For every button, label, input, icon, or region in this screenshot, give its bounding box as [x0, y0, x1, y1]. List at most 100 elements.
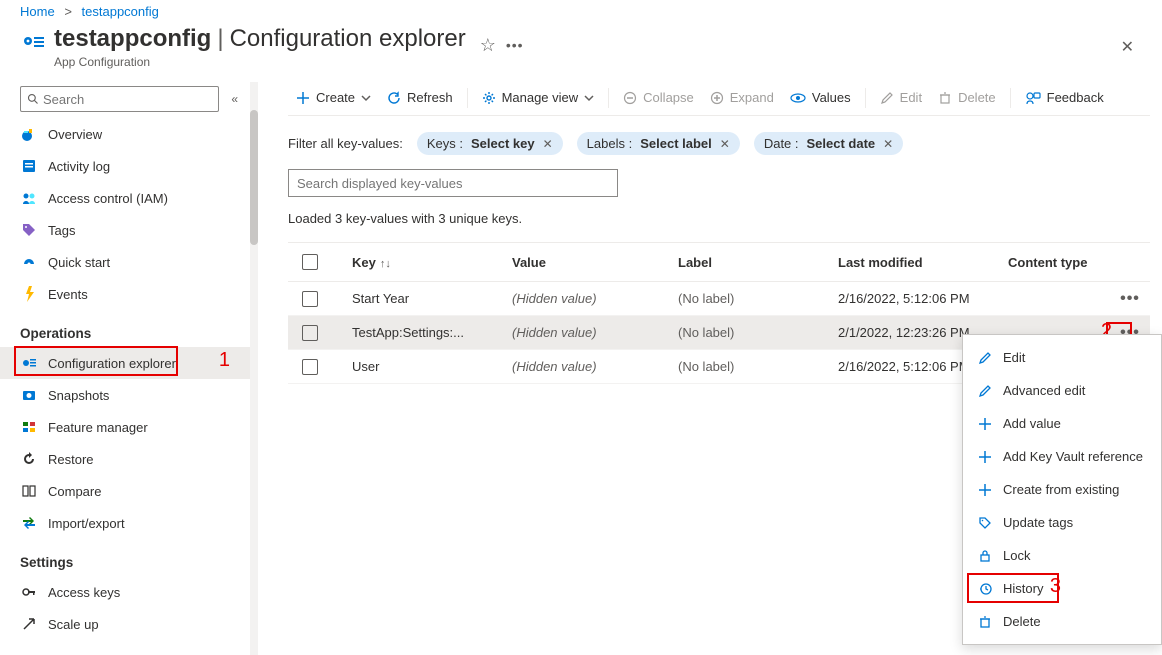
row-checkbox[interactable]: [302, 325, 318, 341]
menu-item-update-tags[interactable]: Update tags: [963, 506, 1161, 539]
resource-type-icon: [20, 31, 46, 57]
filter-pill-keys[interactable]: Keys : Select key✕: [417, 132, 563, 155]
collapse-icon: [623, 91, 637, 105]
menu-item-edit[interactable]: Edit: [963, 341, 1161, 374]
delete-button[interactable]: Delete: [930, 86, 1004, 109]
sidebar-search[interactable]: [20, 86, 219, 112]
breadcrumb: Home > testappconfig: [0, 0, 1162, 25]
sidebar-item-scale-up[interactable]: Scale up: [0, 608, 258, 640]
close-icon[interactable]: ✕: [543, 137, 553, 151]
scale-up-icon: [20, 615, 38, 633]
sidebar-item-access-control[interactable]: Access control (IAM): [0, 182, 258, 214]
activity-log-icon: [20, 157, 38, 175]
column-header-value[interactable]: Value: [512, 255, 678, 270]
column-header-label[interactable]: Label: [678, 255, 838, 270]
toolbar: Create Refresh Manage view Collapse Expa…: [288, 86, 1150, 116]
menu-item-create-from-existing[interactable]: Create from existing: [963, 473, 1161, 506]
filter-bar: Filter all key-values: Keys : Select key…: [288, 132, 1150, 155]
refresh-icon: [387, 91, 401, 105]
sidebar-item-access-keys[interactable]: Access keys: [0, 576, 258, 608]
feedback-button[interactable]: Feedback: [1017, 86, 1112, 109]
select-all-checkbox[interactable]: [302, 254, 318, 270]
column-header-key[interactable]: Key↑↓: [332, 255, 512, 270]
favorite-star-icon[interactable]: ☆: [480, 35, 496, 56]
table-header: Key↑↓ Value Label Last modified Content …: [288, 242, 1150, 282]
edit-icon: [975, 384, 995, 398]
chevron-down-icon: [584, 93, 594, 103]
delete-icon: [975, 615, 995, 629]
edit-icon: [880, 91, 894, 105]
close-icon[interactable]: ✕: [720, 137, 730, 151]
sidebar: « Overview Activity log Access control (…: [0, 82, 258, 655]
row-actions-icon[interactable]: •••: [1110, 290, 1150, 308]
snapshots-icon: [20, 386, 38, 404]
column-header-type[interactable]: Content type: [1008, 255, 1110, 270]
collapse-button[interactable]: Collapse: [615, 86, 702, 109]
sidebar-item-restore[interactable]: Restore: [0, 443, 258, 475]
close-blade-button[interactable]: ✕: [1113, 33, 1142, 61]
config-explorer-icon: [20, 354, 38, 372]
header-more-icon[interactable]: •••: [506, 37, 524, 53]
search-icon: [27, 93, 39, 105]
sidebar-section-settings: Settings: [0, 545, 258, 576]
sidebar-item-import-export[interactable]: Import/export: [0, 507, 258, 539]
edit-button[interactable]: Edit: [872, 86, 930, 109]
access-keys-icon: [20, 583, 38, 601]
manage-view-button[interactable]: Manage view: [474, 86, 603, 109]
search-key-values-input[interactable]: [288, 169, 618, 197]
sidebar-item-overview[interactable]: Overview: [0, 118, 258, 150]
values-toggle[interactable]: Values: [782, 86, 859, 109]
row-checkbox[interactable]: [302, 359, 318, 375]
page-title: testappconfig|Configuration explorer: [54, 25, 466, 53]
sidebar-item-configuration-explorer[interactable]: Configuration explorer 1: [0, 347, 258, 379]
sidebar-section-operations: Operations: [0, 316, 258, 347]
sidebar-search-input[interactable]: [43, 92, 212, 107]
eye-icon: [790, 91, 806, 105]
collapse-sidebar-icon[interactable]: «: [231, 92, 238, 106]
menu-item-delete[interactable]: Delete: [963, 605, 1161, 638]
edit-icon: [975, 351, 995, 365]
row-checkbox[interactable]: [302, 291, 318, 307]
sidebar-item-compare[interactable]: Compare: [0, 475, 258, 507]
chevron-down-icon: [361, 93, 371, 103]
tags-icon: [20, 221, 38, 239]
sidebar-item-events[interactable]: Events: [0, 278, 258, 310]
column-header-modified[interactable]: Last modified: [838, 255, 1008, 270]
sidebar-scrollbar[interactable]: [250, 82, 258, 655]
compare-icon: [20, 482, 38, 500]
breadcrumb-separator: >: [64, 4, 72, 19]
filter-pill-date[interactable]: Date : Select date✕: [754, 132, 903, 155]
table-row[interactable]: Start Year (Hidden value) (No label) 2/1…: [288, 282, 1150, 316]
create-button[interactable]: Create: [288, 86, 379, 109]
import-export-icon: [20, 514, 38, 532]
menu-item-advanced-edit[interactable]: Advanced edit: [963, 374, 1161, 407]
row-context-menu: Edit Advanced edit Add value Add Key Vau…: [962, 334, 1162, 645]
expand-button[interactable]: Expand: [702, 86, 782, 109]
filter-label: Filter all key-values:: [288, 136, 403, 151]
sidebar-item-snapshots[interactable]: Snapshots: [0, 379, 258, 411]
sidebar-item-feature-manager[interactable]: Feature manager: [0, 411, 258, 443]
page-header: testappconfig|Configuration explorer App…: [0, 25, 1162, 77]
menu-item-history[interactable]: History: [963, 572, 1161, 605]
status-text: Loaded 3 key-values with 3 unique keys.: [288, 211, 1150, 226]
menu-item-add-value[interactable]: Add value: [963, 407, 1161, 440]
menu-item-lock[interactable]: Lock: [963, 539, 1161, 572]
overview-icon: [20, 125, 38, 143]
plus-icon: [975, 450, 995, 464]
lock-icon: [975, 549, 995, 563]
access-control-icon: [20, 189, 38, 207]
gear-icon: [482, 91, 496, 105]
breadcrumb-resource[interactable]: testappconfig: [82, 4, 159, 19]
plus-icon: [975, 417, 995, 431]
events-icon: [20, 285, 38, 303]
refresh-button[interactable]: Refresh: [379, 86, 461, 109]
filter-pill-labels[interactable]: Labels : Select label✕: [577, 132, 740, 155]
close-icon[interactable]: ✕: [883, 137, 893, 151]
sidebar-item-tags[interactable]: Tags: [0, 214, 258, 246]
feature-manager-icon: [20, 418, 38, 436]
sidebar-item-quick-start[interactable]: Quick start: [0, 246, 258, 278]
breadcrumb-home[interactable]: Home: [20, 4, 55, 19]
sidebar-item-activity-log[interactable]: Activity log: [0, 150, 258, 182]
menu-item-add-key-vault[interactable]: Add Key Vault reference: [963, 440, 1161, 473]
expand-icon: [710, 91, 724, 105]
